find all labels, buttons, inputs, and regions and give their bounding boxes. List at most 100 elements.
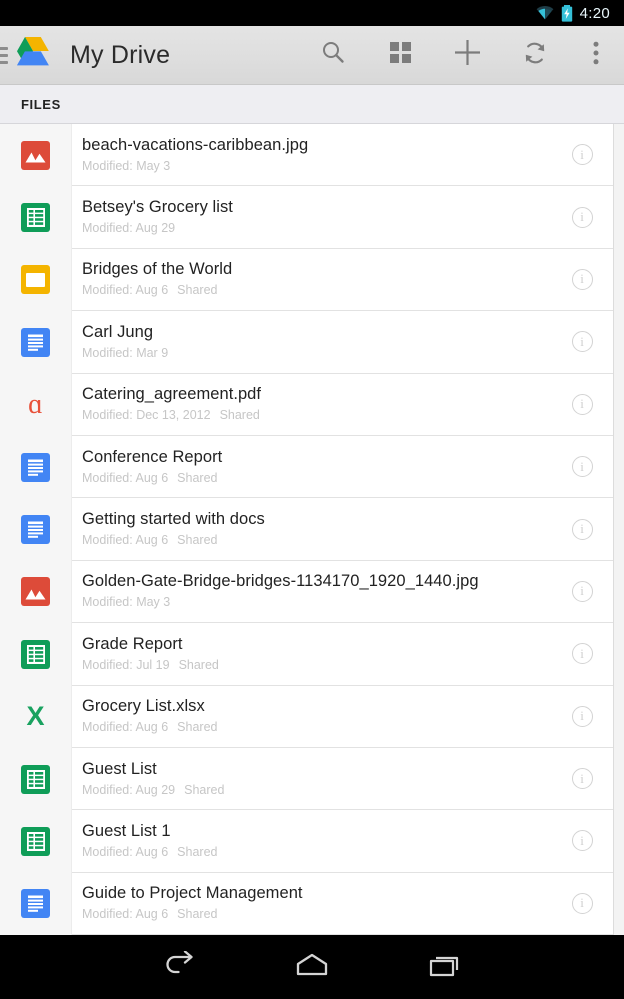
file-meta: Modified: Aug 6 Shared — [82, 844, 555, 860]
back-arrow-icon — [161, 949, 197, 984]
file-text-group: Catering_agreement.pdf Modified: Dec 13, … — [82, 385, 555, 423]
image-file-icon — [21, 140, 51, 170]
home-icon — [295, 953, 329, 982]
file-type-icon-cell — [0, 810, 72, 873]
hamburger-line — [0, 53, 8, 57]
file-meta: Modified: Aug 6 Shared — [82, 470, 555, 486]
overflow-menu-button[interactable] — [568, 26, 624, 85]
file-info-button[interactable]: i — [555, 830, 609, 852]
file-info-button[interactable]: i — [555, 580, 609, 602]
add-button[interactable] — [434, 26, 501, 85]
status-bar: 4:20 — [0, 0, 624, 26]
action-bar-buttons — [300, 26, 624, 84]
file-row-body: Conference Report Modified: Aug 6 Shared i — [72, 436, 613, 499]
back-button[interactable] — [113, 935, 246, 999]
file-row[interactable]: Betsey's Grocery list Modified: Aug 29 i — [0, 186, 613, 249]
shared-badge: Shared — [178, 657, 219, 672]
file-row[interactable]: Guide to Project Management Modified: Aug… — [0, 872, 613, 935]
file-info-button[interactable]: i — [555, 268, 609, 290]
tab-files[interactable]: FILES — [21, 97, 61, 112]
sheet-file-icon — [21, 203, 51, 233]
file-info-button[interactable]: i — [555, 331, 609, 353]
file-modified-date: Modified: Aug 6 — [82, 907, 169, 922]
file-info-button[interactable]: i — [555, 206, 609, 228]
file-text-group: Conference Report Modified: Aug 6 Shared — [82, 448, 555, 486]
file-name: Grade Report — [82, 634, 183, 653]
file-info-button[interactable]: i — [555, 892, 609, 914]
search-button[interactable] — [300, 26, 367, 85]
file-meta: Modified: Aug 6 Shared — [82, 719, 555, 735]
search-icon — [321, 40, 346, 70]
file-row[interactable]: Grade Report Modified: Jul 19 Shared i — [0, 623, 613, 686]
file-row[interactable]: Carl Jung Modified: Mar 9 i — [0, 311, 613, 374]
info-icon: i — [571, 705, 593, 727]
file-row[interactable]: Guest List 1 Modified: Aug 6 Shared i — [0, 810, 613, 873]
file-row[interactable]: ɑ Catering_agreement.pdf Modified: Dec 13,… — [0, 373, 613, 436]
recents-button[interactable] — [379, 935, 512, 999]
file-meta: Modified: Aug 6 Shared — [82, 282, 555, 298]
file-row[interactable]: beach-vacations-caribbean.jpg Modified: M… — [0, 124, 613, 187]
info-icon: i — [571, 393, 593, 415]
file-row-body: beach-vacations-caribbean.jpg Modified: M… — [72, 124, 613, 187]
recents-icon — [429, 952, 461, 983]
file-name: Bridges of the World — [82, 260, 233, 279]
file-type-icon-cell — [0, 872, 72, 935]
file-text-group: Grocery List.xlsx Modified: Aug 6 Shared — [82, 697, 555, 735]
page-title: My Drive — [70, 40, 171, 69]
shared-badge: Shared — [184, 782, 225, 797]
file-row[interactable]: Golden-Gate-Bridge-bridges-1134170_1920_… — [0, 560, 613, 624]
file-row[interactable]: X Grocery List.xlsx Modified: Aug 6 Shared i — [0, 685, 613, 748]
file-row[interactable]: Getting started with docs Modified: Aug 6… — [0, 498, 613, 561]
refresh-icon — [522, 40, 548, 71]
file-text-group: Guest List Modified: Aug 29 Shared — [82, 760, 555, 798]
file-row-body: Bridges of the World Modified: Aug 6 Share… — [72, 249, 613, 312]
doc-file-icon — [21, 889, 51, 919]
file-modified-date: Modified: Dec 13, 2012 — [82, 408, 211, 423]
file-row-body: Getting started with docs Modified: Aug 6… — [72, 498, 613, 561]
file-info-button[interactable]: i — [555, 144, 609, 166]
file-name: Guest List — [82, 759, 157, 778]
shared-badge: Shared — [177, 907, 218, 922]
file-modified-date: Modified: Mar 9 — [82, 345, 169, 360]
file-modified-date: Modified: May 3 — [82, 595, 171, 610]
file-meta: Modified: May 3 — [82, 158, 555, 174]
scrollbar[interactable] — [613, 124, 624, 935]
file-row[interactable]: Guest List Modified: Aug 29 Shared i — [0, 747, 613, 811]
info-icon: i — [571, 643, 593, 665]
file-text-group: Guide to Project Management Modified: Aug… — [82, 884, 555, 922]
file-info-button[interactable]: i — [555, 456, 609, 478]
doc-file-icon — [21, 452, 51, 482]
grid-view-icon — [389, 41, 412, 69]
file-row[interactable]: Conference Report Modified: Aug 6 Shared i — [0, 435, 613, 499]
tab-strip: FILES — [0, 85, 624, 124]
file-info-button[interactable]: i — [555, 768, 609, 790]
file-info-button[interactable]: i — [555, 393, 609, 415]
info-icon: i — [571, 892, 593, 914]
drive-app-screen: 4:20 My Drive FILES beach-vacations-cari… — [0, 0, 624, 999]
grid-view-button[interactable] — [367, 26, 434, 85]
file-type-icon-cell — [0, 186, 72, 249]
status-bar-clock: 4:20 — [579, 4, 610, 22]
sheet-file-icon — [21, 764, 51, 794]
file-info-button[interactable]: i — [555, 705, 609, 727]
file-modified-date: Modified: Aug 29 — [82, 782, 176, 797]
hamburger-line — [0, 46, 8, 50]
file-row[interactable]: Bridges of the World Modified: Aug 6 Share… — [0, 248, 613, 312]
file-text-group: Guest List 1 Modified: Aug 6 Shared — [82, 822, 555, 860]
sheet-file-icon — [21, 826, 51, 856]
file-name: Betsey's Grocery list — [82, 198, 233, 217]
file-meta: Modified: Aug 29 — [82, 220, 555, 236]
home-button[interactable] — [246, 935, 379, 999]
file-modified-date: Modified: Aug 29 — [82, 221, 176, 236]
file-modified-date: Modified: May 3 — [82, 158, 171, 173]
file-name: Guest List 1 — [82, 821, 171, 840]
file-info-button[interactable]: i — [555, 518, 609, 540]
hamburger-menu-icon[interactable] — [0, 46, 8, 64]
file-modified-date: Modified: Aug 6 — [82, 470, 169, 485]
file-info-button[interactable]: i — [555, 643, 609, 665]
info-icon: i — [571, 518, 593, 540]
doc-file-icon — [21, 327, 51, 357]
refresh-button[interactable] — [501, 26, 568, 85]
file-text-group: Carl Jung Modified: Mar 9 — [82, 323, 555, 361]
file-name: Guide to Project Management — [82, 884, 303, 903]
